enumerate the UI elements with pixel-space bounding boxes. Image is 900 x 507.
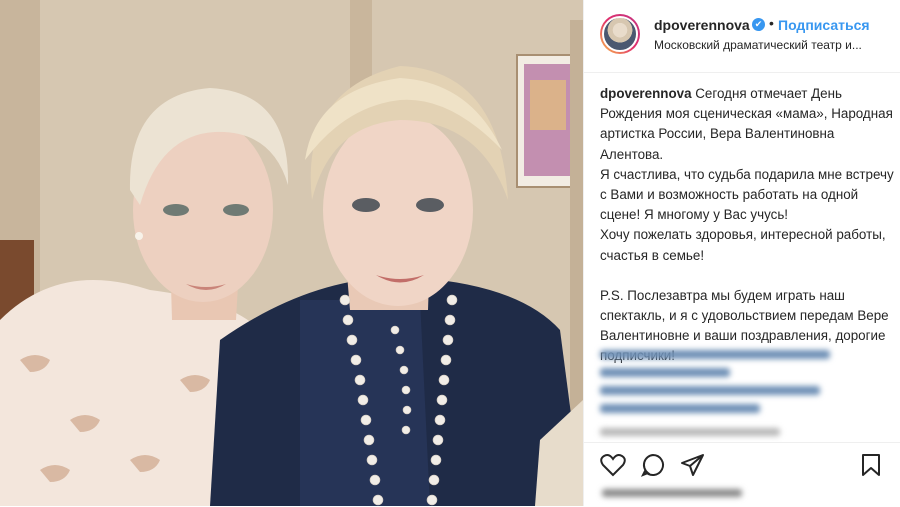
caption-author[interactable]: dpoverennova bbox=[600, 86, 692, 101]
post-panel: dpoverennova ✔ • Подписаться Московский … bbox=[584, 0, 900, 506]
view-comments-blurred[interactable] bbox=[600, 426, 790, 438]
photo-illustration bbox=[0, 0, 583, 506]
post-caption: dpoverennova Сегодня отмечает День Рожде… bbox=[600, 84, 894, 367]
comment-icon[interactable] bbox=[640, 453, 666, 477]
separator-dot: • bbox=[769, 15, 774, 31]
action-bar bbox=[584, 442, 900, 507]
share-icon[interactable] bbox=[680, 453, 706, 477]
post-photo bbox=[0, 0, 583, 506]
verified-badge-icon: ✔ bbox=[752, 18, 765, 31]
likes-blurred[interactable] bbox=[602, 487, 752, 499]
avatar[interactable] bbox=[600, 14, 640, 54]
heart-icon[interactable] bbox=[600, 453, 626, 477]
username[interactable]: dpoverennova bbox=[654, 17, 750, 33]
caption-line-3: Хочу пожелать здоровья, интересной работ… bbox=[600, 227, 886, 263]
avatar-image bbox=[602, 16, 638, 52]
follow-button[interactable]: Подписаться bbox=[778, 17, 870, 33]
caption-gap bbox=[600, 266, 894, 286]
caption-line-2: Я счастлива, что судьба подарила мне вст… bbox=[600, 166, 894, 223]
bookmark-icon[interactable] bbox=[860, 453, 882, 477]
hashtags-blurred[interactable] bbox=[600, 346, 890, 420]
post-header: dpoverennova ✔ • Подписаться Московский … bbox=[584, 0, 900, 73]
location-link[interactable]: Московский драматический театр и... bbox=[654, 38, 862, 52]
